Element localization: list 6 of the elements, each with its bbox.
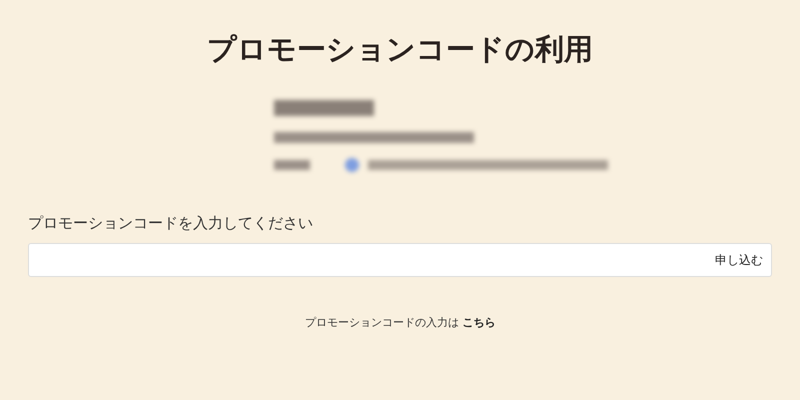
apply-button[interactable]: 申し込む bbox=[707, 244, 771, 276]
field-label: プロモーションコードを入力してください bbox=[28, 214, 314, 233]
page-title: プロモーションコードの利用 bbox=[207, 31, 593, 68]
here-link[interactable]: こちら bbox=[462, 316, 496, 329]
promo-code-field[interactable]: 申し込む bbox=[28, 243, 772, 277]
footer-text: プロモーションコードの入力は こちら bbox=[304, 315, 496, 330]
